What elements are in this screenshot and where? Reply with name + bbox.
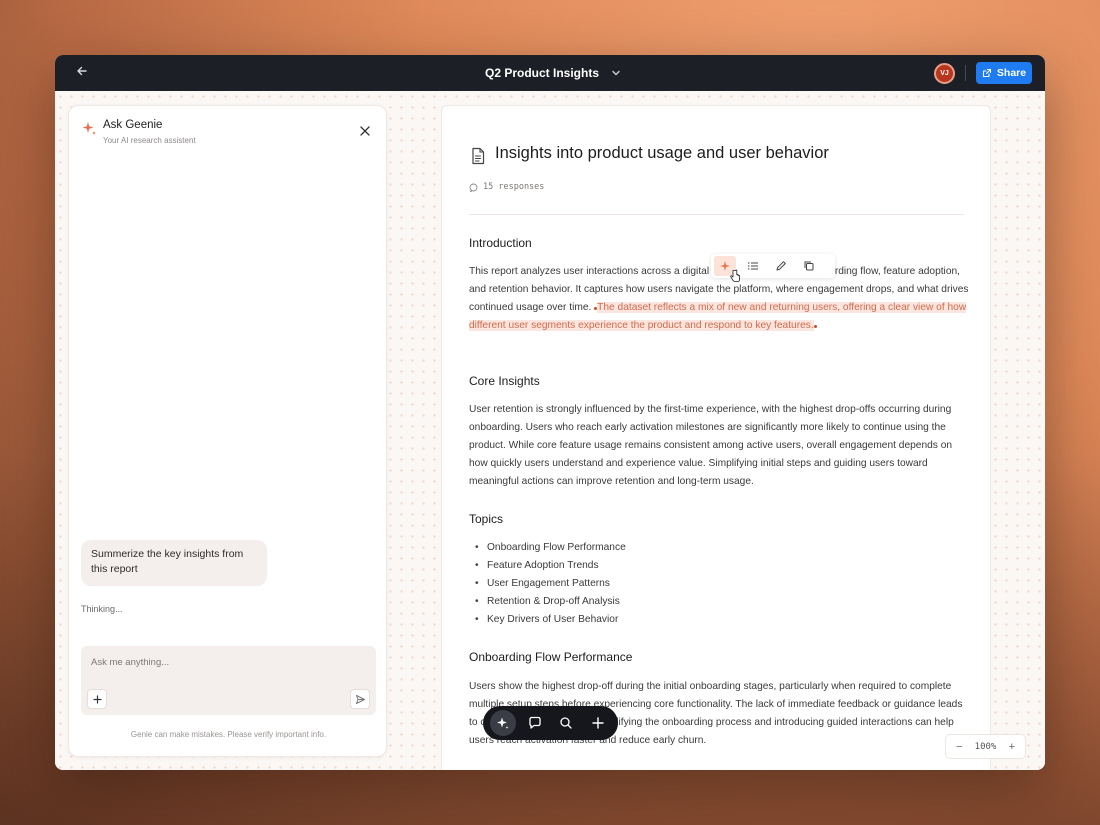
- comment-icon: [528, 716, 541, 729]
- document-page: Insights into product usage and user beh…: [441, 105, 991, 770]
- hand-cursor-icon: [730, 269, 740, 282]
- send-icon: [355, 694, 365, 704]
- topics-list: • Onboarding Flow Performance • Feature Ad…: [475, 539, 626, 629]
- section-text-core-insights: User retention is strongly influenced by…: [469, 404, 953, 487]
- list-icon: [748, 262, 758, 270]
- zoom-control: − 100% +: [945, 734, 1026, 759]
- search-tool-button[interactable]: [553, 710, 579, 736]
- section-title-topics: Topics: [469, 512, 504, 526]
- copy-icon: [804, 261, 814, 271]
- document-icon: [472, 147, 485, 165]
- bottom-toolbar: [483, 706, 618, 740]
- divider: [469, 214, 964, 215]
- section-title-introduction: Introduction: [469, 236, 532, 250]
- list-item: • Feature Adoption Trends: [475, 560, 599, 571]
- list-item: • Retention & Drop-off Analysis: [475, 596, 620, 607]
- section-title-onboarding: Onboarding Flow Performance: [469, 650, 633, 664]
- plus-icon: [92, 694, 102, 704]
- genie-subtitle: Your AI research assistent: [103, 136, 196, 145]
- back-button[interactable]: [71, 63, 93, 83]
- share-button[interactable]: Share: [976, 62, 1032, 84]
- copy-button[interactable]: [798, 256, 820, 276]
- send-button[interactable]: [350, 689, 370, 709]
- chat-input[interactable]: [91, 654, 361, 670]
- user-message: Summerize the key insights from this rep…: [81, 540, 267, 586]
- document-heading: Insights into product usage and user beh…: [495, 144, 829, 162]
- top-bar: Q2 Product Insights VJ Share: [55, 55, 1045, 91]
- zoom-level: 100%: [974, 741, 997, 752]
- app-window: Q2 Product Insights VJ Share Ask Geenie …: [55, 55, 1045, 770]
- disclaimer: Genie can make mistakes. Please verify i…: [130, 730, 327, 739]
- divider: [965, 65, 966, 81]
- add-tool-button[interactable]: [585, 710, 611, 736]
- share-label: Share: [996, 67, 1027, 79]
- responses-label: 15 responses: [483, 182, 545, 192]
- status-text: Thinking...: [81, 604, 123, 614]
- chat-composer: [81, 646, 376, 715]
- close-icon[interactable]: [358, 124, 372, 138]
- list-item: • Onboarding Flow Performance: [475, 542, 626, 553]
- list-button[interactable]: [742, 256, 764, 276]
- search-icon: [560, 717, 573, 729]
- document-title: Q2 Product Insights: [485, 66, 600, 80]
- zoom-in-button[interactable]: +: [1009, 741, 1015, 753]
- sparkle-icon: [496, 717, 509, 729]
- arrow-left-icon: [77, 66, 87, 76]
- selection-end-handle[interactable]: [813, 325, 817, 328]
- sparkle-icon: [82, 122, 96, 135]
- list-item: • User Engagement Patterns: [475, 578, 610, 589]
- responses-count[interactable]: 15 responses: [469, 182, 544, 192]
- genie-title: Ask Geenie: [103, 119, 163, 131]
- canvas: Ask Geenie Your AI research assistent Su…: [55, 91, 1045, 770]
- avatar[interactable]: VJ: [934, 63, 955, 84]
- edit-button[interactable]: [770, 256, 792, 276]
- genie-panel: Ask Geenie Your AI research assistent Su…: [68, 105, 387, 757]
- chevron-down-icon: [609, 66, 623, 80]
- share-icon: [982, 68, 991, 78]
- section-title-core-insights: Core Insights: [469, 374, 540, 388]
- comment-tool-button[interactable]: [522, 710, 548, 736]
- pencil-icon: [776, 261, 786, 271]
- title-dropdown[interactable]: Q2 Product Insights: [485, 55, 623, 91]
- zoom-out-button[interactable]: −: [956, 741, 962, 753]
- comment-icon: [469, 183, 478, 192]
- add-attachment-button[interactable]: [87, 689, 107, 709]
- ai-tool-button[interactable]: [489, 710, 516, 736]
- list-item: • Key Drivers of User Behavior: [475, 614, 619, 625]
- plus-icon: [592, 717, 604, 729]
